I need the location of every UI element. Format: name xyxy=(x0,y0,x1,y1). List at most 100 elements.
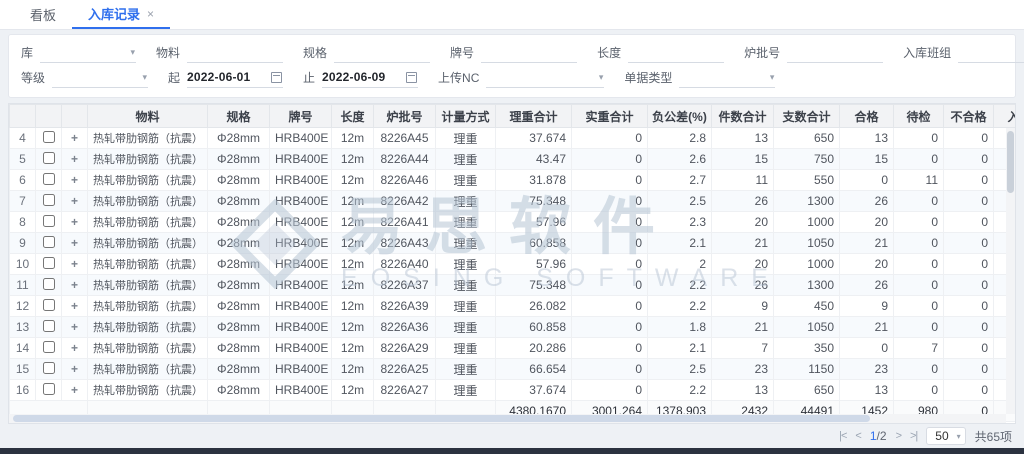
expand-row-button[interactable]: + xyxy=(62,275,88,296)
cell-actual: 0 xyxy=(572,128,648,149)
cell-theoretical: 60.858 xyxy=(496,233,572,254)
cell-theoretical: 37.674 xyxy=(496,128,572,149)
next-page-button[interactable]: > xyxy=(896,430,901,442)
last-page-button[interactable]: >| xyxy=(910,430,917,442)
tab-dashboard[interactable]: 看板 xyxy=(14,0,72,29)
cell-tolerance: 2.2 xyxy=(648,380,712,401)
cell-tolerance: 2.5 xyxy=(648,359,712,380)
date-from-input[interactable]: 2022-06-01 xyxy=(187,68,283,88)
cell-actual: 0 xyxy=(572,275,648,296)
app-window: 看板 入库记录 × 库 ▾ 物料 规格 牌号 xyxy=(0,0,1024,454)
cell-unqualified: 0 xyxy=(944,128,994,149)
expand-row-button[interactable]: + xyxy=(62,149,88,170)
horizontal-scrollbar[interactable] xyxy=(9,414,1006,423)
page-size-value: 50 xyxy=(935,429,948,443)
cell-pending: 0 xyxy=(894,317,944,338)
cell-length: 12m xyxy=(332,275,374,296)
row-checkbox[interactable] xyxy=(43,236,55,248)
row-checkbox[interactable] xyxy=(43,278,55,290)
records-table: 物料规格牌号长度炉批号计量方式理重合计实重合计负公差(%)件数合计支数合计合格待… xyxy=(9,104,1016,422)
filter-heat-no-label: 炉批号 xyxy=(744,44,780,61)
close-icon[interactable]: × xyxy=(147,7,154,21)
spec-input[interactable] xyxy=(334,43,430,63)
filter-team: 入库班组 ▾ xyxy=(903,43,1024,63)
level-select[interactable]: ▾ xyxy=(52,68,148,88)
row-checkbox[interactable] xyxy=(43,299,55,311)
cell-method: 理重 xyxy=(436,212,496,233)
team-select[interactable]: ▾ xyxy=(958,43,1024,63)
date-to-input[interactable]: 2022-06-09 xyxy=(322,68,418,88)
filter-upload-nc-label: 上传NC xyxy=(438,69,479,86)
table-row: 7+热轧带肋钢筋（抗震）Φ28mmHRB400E12m8226A42理重75.3… xyxy=(10,191,1017,212)
date-to-value: 2022-06-09 xyxy=(322,70,385,84)
expand-row-button[interactable]: + xyxy=(62,338,88,359)
cell-bars: 550 xyxy=(774,170,840,191)
vertical-scrollbar-thumb[interactable] xyxy=(1007,131,1014,193)
tab-inbound-records[interactable]: 入库记录 × xyxy=(72,0,170,29)
row-checkbox[interactable] xyxy=(43,383,55,395)
row-checkbox[interactable] xyxy=(43,131,55,143)
row-checkbox[interactable] xyxy=(43,194,55,206)
cell-heat: 8226A39 xyxy=(374,296,436,317)
cell-method: 理重 xyxy=(436,170,496,191)
cell-qualified: 21 xyxy=(840,233,894,254)
row-checkbox[interactable] xyxy=(43,257,55,269)
cell-pending: 0 xyxy=(894,275,944,296)
doc-type-select[interactable]: ▾ xyxy=(679,68,775,88)
table-row: 12+热轧带肋钢筋（抗震）Φ28mmHRB400E12m8226A39理重26.… xyxy=(10,296,1017,317)
cell-bars: 1300 xyxy=(774,191,840,212)
calendar-icon[interactable] xyxy=(271,72,282,83)
cell-qualified: 23 xyxy=(840,359,894,380)
cell-pieces: 26 xyxy=(712,275,774,296)
page-size-select[interactable]: 50 ▾ xyxy=(926,427,965,445)
cell-method: 理重 xyxy=(436,380,496,401)
cell-unqualified: 0 xyxy=(944,191,994,212)
cell-spec: Φ28mm xyxy=(208,233,270,254)
expand-row-button[interactable]: + xyxy=(62,233,88,254)
cell-pieces: 13 xyxy=(712,380,774,401)
grade-input[interactable] xyxy=(481,43,577,63)
row-checkbox[interactable] xyxy=(43,362,55,374)
horizontal-scrollbar-thumb[interactable] xyxy=(13,415,870,422)
vertical-scrollbar[interactable] xyxy=(1006,128,1015,414)
cell-spec: Φ28mm xyxy=(208,380,270,401)
expand-row-button[interactable]: + xyxy=(62,317,88,338)
cell-material: 热轧带肋钢筋（抗震） xyxy=(88,191,208,212)
expand-row-button[interactable]: + xyxy=(62,254,88,275)
cell-length: 12m xyxy=(332,254,374,275)
expand-row-button[interactable]: + xyxy=(62,296,88,317)
expand-row-button[interactable]: + xyxy=(62,359,88,380)
expand-row-button[interactable]: + xyxy=(62,191,88,212)
cell-spec: Φ28mm xyxy=(208,191,270,212)
expand-row-button[interactable]: + xyxy=(62,128,88,149)
column-header: 负公差(%) xyxy=(648,105,712,128)
cell-actual: 0 xyxy=(572,233,648,254)
upload-nc-select[interactable]: ▾ xyxy=(486,68,604,88)
warehouse-select[interactable]: ▾ xyxy=(40,43,136,63)
row-index: 16 xyxy=(10,380,36,401)
pagination-bar: |< < 1/2 > >| 50 ▾ 共65项 xyxy=(0,424,1024,448)
expand-row-button[interactable]: + xyxy=(62,212,88,233)
row-checkbox[interactable] xyxy=(43,341,55,353)
filter-date-to: 止 2022-06-09 xyxy=(303,68,418,88)
row-checkbox[interactable] xyxy=(43,152,55,164)
material-input[interactable] xyxy=(187,43,283,63)
cell-grade: HRB400E xyxy=(270,380,332,401)
heat-no-input[interactable] xyxy=(787,43,883,63)
row-checkbox[interactable] xyxy=(43,320,55,332)
first-page-button[interactable]: |< xyxy=(839,430,846,442)
length-input[interactable] xyxy=(628,43,724,63)
expand-row-button[interactable]: + xyxy=(62,170,88,191)
calendar-icon[interactable] xyxy=(406,72,417,83)
filter-doc-type: 单据类型 ▾ xyxy=(624,68,775,88)
row-checkbox[interactable] xyxy=(43,215,55,227)
cell-method: 理重 xyxy=(436,359,496,380)
prev-page-button[interactable]: < xyxy=(855,430,860,442)
cell-pieces: 21 xyxy=(712,233,774,254)
row-checkbox[interactable] xyxy=(43,173,55,185)
row-index: 8 xyxy=(10,212,36,233)
filter-warehouse-label: 库 xyxy=(21,44,33,61)
expand-row-button[interactable]: + xyxy=(62,380,88,401)
cell-length: 12m xyxy=(332,317,374,338)
cell-heat: 8226A43 xyxy=(374,233,436,254)
